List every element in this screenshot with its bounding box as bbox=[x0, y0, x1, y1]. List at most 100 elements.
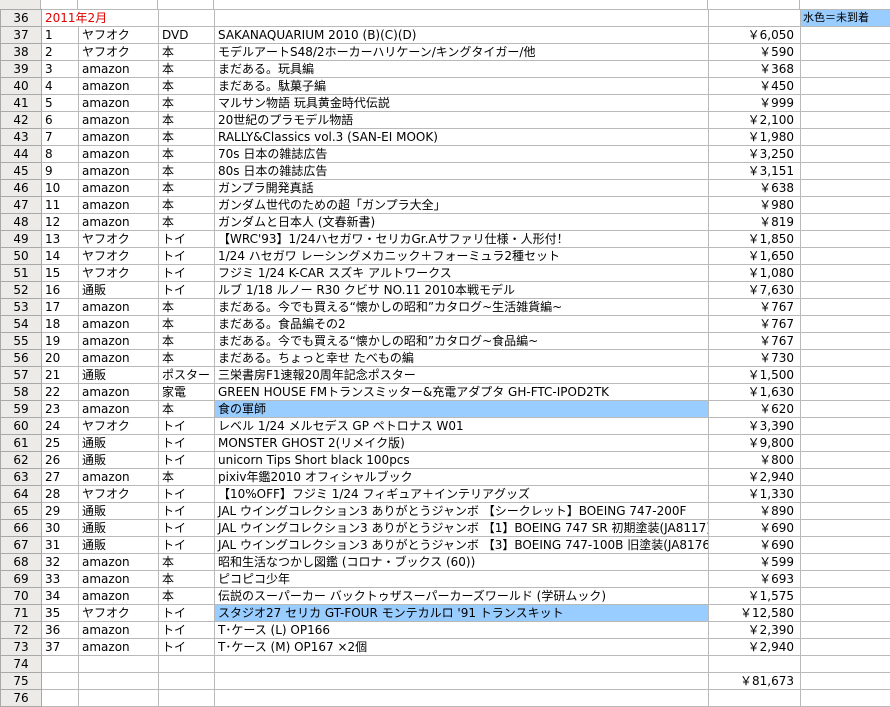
row-header[interactable]: 75 bbox=[1, 673, 42, 690]
cell[interactable] bbox=[801, 401, 890, 418]
row-header[interactable]: 54 bbox=[1, 316, 42, 333]
cell[interactable] bbox=[801, 44, 890, 61]
item-name-cell[interactable]: T･ケース (L) OP166 bbox=[215, 622, 709, 639]
category-cell[interactable]: DVD bbox=[159, 27, 215, 44]
row-header[interactable]: 69 bbox=[1, 571, 42, 588]
shop-cell[interactable]: ヤフオク bbox=[79, 248, 159, 265]
row-header[interactable]: 38 bbox=[1, 44, 42, 61]
price-cell[interactable]: ￥767 bbox=[709, 333, 801, 350]
cell[interactable] bbox=[159, 10, 215, 27]
item-number-cell[interactable]: 9 bbox=[42, 163, 79, 180]
shop-cell[interactable]: 通販 bbox=[79, 537, 159, 554]
cell[interactable] bbox=[801, 61, 890, 78]
item-name-cell[interactable]: まだある。駄菓子編 bbox=[215, 78, 709, 95]
price-cell[interactable]: ￥1,980 bbox=[709, 129, 801, 146]
price-cell[interactable]: ￥9,800 bbox=[709, 435, 801, 452]
category-cell[interactable]: トイ bbox=[159, 537, 215, 554]
cell[interactable] bbox=[159, 656, 215, 673]
row-header[interactable]: 67 bbox=[1, 537, 42, 554]
row-header[interactable]: 59 bbox=[1, 401, 42, 418]
shop-cell[interactable]: amazon bbox=[79, 401, 159, 418]
shop-cell[interactable]: ヤフオク bbox=[79, 418, 159, 435]
price-cell[interactable]: ￥2,390 bbox=[709, 622, 801, 639]
shop-cell[interactable]: amazon bbox=[79, 129, 159, 146]
price-cell[interactable]: ￥638 bbox=[709, 180, 801, 197]
item-name-cell[interactable]: 70s 日本の雑誌広告 bbox=[215, 146, 709, 163]
category-cell[interactable]: 本 bbox=[159, 95, 215, 112]
item-name-cell[interactable]: ルブ 1/18 ルノー R30 クビサ NO.11 2010本戦モデル bbox=[215, 282, 709, 299]
row-header[interactable]: 58 bbox=[1, 384, 42, 401]
row-header[interactable]: 71 bbox=[1, 605, 42, 622]
item-name-cell[interactable]: SAKANAQUARIUM 2010 (B)(C)(D) bbox=[215, 27, 709, 44]
cell[interactable] bbox=[801, 316, 890, 333]
price-cell[interactable]: ￥1,850 bbox=[709, 231, 801, 248]
shop-cell[interactable]: amazon bbox=[79, 78, 159, 95]
price-cell[interactable]: ￥3,390 bbox=[709, 418, 801, 435]
price-cell[interactable]: ￥450 bbox=[709, 78, 801, 95]
item-number-cell[interactable]: 5 bbox=[42, 95, 79, 112]
cell[interactable] bbox=[79, 690, 159, 707]
item-name-cell[interactable]: まだある。ちょっと幸せ たべもの編 bbox=[215, 350, 709, 367]
cell[interactable] bbox=[801, 452, 890, 469]
month-label-cell[interactable]: 2011年2月 bbox=[42, 10, 159, 27]
cell[interactable] bbox=[801, 622, 890, 639]
total-price-cell[interactable]: ￥81,673 bbox=[709, 673, 801, 690]
item-name-cell[interactable]: 三栄書房F1速報20周年記念ポスター bbox=[215, 367, 709, 384]
item-name-cell[interactable]: GREEN HOUSE FMトランスミッター&充電アダプタ GH-FTC-IPO… bbox=[215, 384, 709, 401]
item-number-cell[interactable]: 1 bbox=[42, 27, 79, 44]
item-name-cell[interactable]: unicorn Tips Short black 100pcs bbox=[215, 452, 709, 469]
shop-cell[interactable]: amazon bbox=[79, 588, 159, 605]
price-cell[interactable]: ￥1,500 bbox=[709, 367, 801, 384]
item-number-cell[interactable]: 16 bbox=[42, 282, 79, 299]
item-name-cell[interactable]: スタジオ27 セリカ GT-FOUR モンテカルロ '91 トランスキット bbox=[215, 605, 709, 622]
cell[interactable] bbox=[801, 265, 890, 282]
shop-cell[interactable]: ヤフオク bbox=[79, 605, 159, 622]
cell[interactable] bbox=[801, 333, 890, 350]
row-header[interactable]: 43 bbox=[1, 129, 42, 146]
category-cell[interactable]: 本 bbox=[159, 214, 215, 231]
category-cell[interactable]: トイ bbox=[159, 605, 215, 622]
row-header[interactable]: 37 bbox=[1, 27, 42, 44]
row-header[interactable]: 60 bbox=[1, 418, 42, 435]
cell[interactable] bbox=[801, 367, 890, 384]
item-number-cell[interactable]: 22 bbox=[42, 384, 79, 401]
category-cell[interactable]: 本 bbox=[159, 163, 215, 180]
row-header[interactable]: 51 bbox=[1, 265, 42, 282]
shop-cell[interactable]: ヤフオク bbox=[79, 44, 159, 61]
item-name-cell[interactable]: まだある。今でも買える“懐かしの昭和”カタログ~食品編~ bbox=[215, 333, 709, 350]
price-cell[interactable]: ￥368 bbox=[709, 61, 801, 78]
item-name-cell[interactable]: 伝説のスーパーカー バックトゥザスーパーカーズワールド (学研ムック) bbox=[215, 588, 709, 605]
row-header[interactable]: 48 bbox=[1, 214, 42, 231]
row-header[interactable]: 42 bbox=[1, 112, 42, 129]
item-number-cell[interactable]: 2 bbox=[42, 44, 79, 61]
shop-cell[interactable]: amazon bbox=[79, 333, 159, 350]
category-cell[interactable]: トイ bbox=[159, 248, 215, 265]
row-header[interactable]: 65 bbox=[1, 503, 42, 520]
item-number-cell[interactable]: 15 bbox=[42, 265, 79, 282]
item-number-cell[interactable]: 33 bbox=[42, 571, 79, 588]
cell[interactable] bbox=[801, 180, 890, 197]
row-header[interactable]: 76 bbox=[1, 690, 42, 707]
item-number-cell[interactable]: 17 bbox=[42, 299, 79, 316]
item-number-cell[interactable]: 3 bbox=[42, 61, 79, 78]
shop-cell[interactable]: amazon bbox=[79, 163, 159, 180]
item-name-cell[interactable]: 80s 日本の雑誌広告 bbox=[215, 163, 709, 180]
cell[interactable] bbox=[801, 95, 890, 112]
item-number-cell[interactable]: 28 bbox=[42, 486, 79, 503]
item-name-cell[interactable]: pixiv年鑑2010 オフィシャルブック bbox=[215, 469, 709, 486]
cell[interactable] bbox=[801, 520, 890, 537]
item-number-cell[interactable]: 27 bbox=[42, 469, 79, 486]
shop-cell[interactable]: amazon bbox=[79, 571, 159, 588]
row-header[interactable]: 56 bbox=[1, 350, 42, 367]
cell[interactable] bbox=[801, 605, 890, 622]
row-header[interactable]: 50 bbox=[1, 248, 42, 265]
category-cell[interactable]: 本 bbox=[159, 146, 215, 163]
cell[interactable] bbox=[79, 656, 159, 673]
category-cell[interactable]: トイ bbox=[159, 282, 215, 299]
price-cell[interactable]: ￥12,580 bbox=[709, 605, 801, 622]
price-cell[interactable]: ￥1,650 bbox=[709, 248, 801, 265]
row-header[interactable]: 46 bbox=[1, 180, 42, 197]
shop-cell[interactable]: amazon bbox=[79, 146, 159, 163]
row-header[interactable]: 40 bbox=[1, 78, 42, 95]
row-header[interactable]: 63 bbox=[1, 469, 42, 486]
